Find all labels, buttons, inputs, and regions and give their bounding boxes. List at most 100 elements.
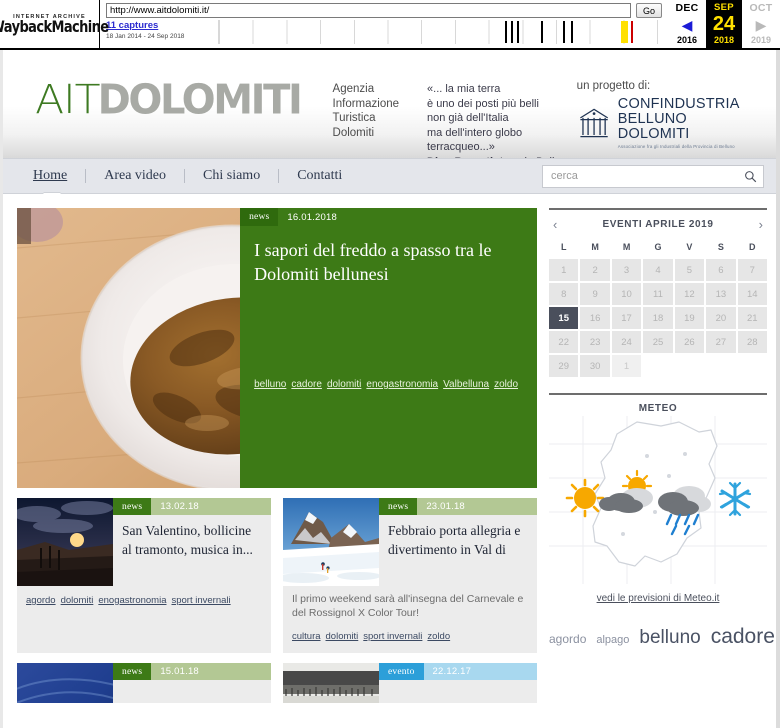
calendar-day[interactable]: 24 xyxy=(611,331,642,353)
weather-map[interactable] xyxy=(549,416,767,584)
calendar-day[interactable]: 5 xyxy=(674,259,705,281)
hero-tag[interactable]: enogastronomia xyxy=(366,379,438,390)
hero-tag[interactable]: belluno xyxy=(254,379,286,390)
logo-ait: AIT xyxy=(35,77,100,123)
card-thumbnail[interactable] xyxy=(17,663,113,703)
calendar-day[interactable]: 3 xyxy=(611,259,642,281)
weather-forecast-link[interactable]: vedi le previsioni di Meteo.it xyxy=(549,593,767,604)
calendar-day-today[interactable]: 15 xyxy=(549,307,579,329)
calendar-day[interactable]: 7 xyxy=(737,259,767,281)
nav-item-home[interactable]: Home xyxy=(15,168,85,184)
card-thumbnail[interactable] xyxy=(283,498,379,586)
card-tag[interactable]: cultura xyxy=(292,631,321,642)
wayback-captures-link[interactable]: 11 captures xyxy=(106,20,218,32)
card-tag[interactable]: dolomiti xyxy=(326,631,359,642)
calendar-day[interactable]: 29 xyxy=(549,355,579,377)
chevron-right-icon[interactable]: › xyxy=(759,218,763,231)
calendar-day[interactable]: 8 xyxy=(549,283,579,305)
nav-item-area-video[interactable]: Area video xyxy=(86,168,184,184)
calendar-day[interactable]: 30 xyxy=(580,355,610,377)
quote-line-1: «... la mia terra xyxy=(427,83,501,95)
hero-image[interactable] xyxy=(17,208,241,488)
wayback-toolbar: Internet Archive WaybackMachine http://w… xyxy=(0,0,780,50)
card-thumbnail[interactable] xyxy=(17,498,113,586)
calendar-day[interactable]: 14 xyxy=(737,283,767,305)
hero-tag[interactable]: zoldo xyxy=(494,379,518,390)
calendar-day[interactable]: 1 xyxy=(549,259,579,281)
calendar-day[interactable]: 28 xyxy=(737,331,767,353)
wayback-go-button[interactable]: Go xyxy=(636,3,662,18)
card-title[interactable]: Febbraio porta allegria e divertimento i… xyxy=(379,515,537,559)
tag-cloud-item[interactable]: agordo xyxy=(549,632,586,646)
calendar-day[interactable]: 21 xyxy=(737,307,767,329)
calendar-day[interactable]: 20 xyxy=(706,307,736,329)
calendar-day[interactable]: 11 xyxy=(643,283,673,305)
card-tags: cultura dolomiti sport invernali zoldo xyxy=(283,620,537,653)
hero-tag[interactable]: cadore xyxy=(291,379,322,390)
calendar-day[interactable]: 16 xyxy=(580,307,610,329)
card-title[interactable]: San Valentino, bollicine al tramonto, mu… xyxy=(113,515,271,559)
calendar-day[interactable]: 4 xyxy=(643,259,673,281)
calendar-day[interactable]: 17 xyxy=(611,307,642,329)
calendar-day[interactable]: 13 xyxy=(706,283,736,305)
wayback-date-nav: DEC ◀ 2016 SEP 24 2018 OCT ▶ 2019 xyxy=(668,0,780,48)
wayback-current-month: SEP xyxy=(714,2,734,13)
weather-title: METEO xyxy=(638,403,678,414)
event-card[interactable]: evento 22.12.17 xyxy=(283,663,537,703)
card-title[interactable] xyxy=(379,680,537,686)
wayback-current-capture[interactable]: SEP 24 2018 xyxy=(706,0,742,48)
calendar-day-next-month[interactable]: 1 xyxy=(611,355,642,377)
nav-item-contatti[interactable]: Contatti xyxy=(279,168,360,184)
calendar-day[interactable]: 12 xyxy=(674,283,705,305)
card-tag[interactable]: agordo xyxy=(26,595,56,606)
card-top: news 13.02.18 San Valentino, bollicine a… xyxy=(17,498,271,586)
confindustria-logo[interactable]: CONFINDUSTRIA BELLUNO DOLOMITI Associazi… xyxy=(577,97,748,149)
card-tag[interactable]: sport invernali xyxy=(363,631,422,642)
wayback-logo[interactable]: Internet Archive WaybackMachine xyxy=(0,0,109,48)
card-title[interactable] xyxy=(113,680,271,686)
calendar-day[interactable]: 25 xyxy=(643,331,673,353)
card-tag[interactable]: enogastronomia xyxy=(98,595,166,606)
calendar-day[interactable]: 6 xyxy=(706,259,736,281)
calendar-day[interactable]: 18 xyxy=(643,307,673,329)
arrow-right-icon: ▶ xyxy=(755,16,767,33)
card-tag[interactable]: zoldo xyxy=(427,631,450,642)
ski-slope-photo-icon xyxy=(283,498,379,586)
wayback-next-capture[interactable]: OCT ▶ 2019 xyxy=(742,0,780,48)
hero-tag[interactable]: dolomiti xyxy=(327,379,361,390)
main-navigation: Home Area video Chi siamo Contatti xyxy=(3,158,776,202)
news-card[interactable]: news 13.02.18 San Valentino, bollicine a… xyxy=(17,498,271,653)
news-card[interactable]: news 23.01.18 Febbraio porta allegria e … xyxy=(283,498,537,653)
search-box[interactable] xyxy=(542,164,764,188)
search-icon[interactable] xyxy=(744,170,757,183)
calendar-day[interactable]: 26 xyxy=(674,331,705,353)
tag-cloud-item[interactable]: belluno xyxy=(639,627,700,648)
nav-item-chi-siamo[interactable]: Chi siamo xyxy=(185,168,278,184)
hero-article[interactable]: news 16.01.2018 I sapori del freddo a sp… xyxy=(17,208,537,488)
wayback-url-input[interactable]: http://www.aitdolomiti.it/ xyxy=(106,3,631,18)
calendar-day[interactable]: 9 xyxy=(580,283,610,305)
tag-cloud-item[interactable]: alpago xyxy=(596,634,629,646)
tag-cloud-item[interactable]: cadore xyxy=(711,625,775,648)
confindustria-mark-icon xyxy=(579,108,608,138)
wayback-prev-capture[interactable]: DEC ◀ 2016 xyxy=(668,0,706,48)
wayback-sparkline[interactable] xyxy=(218,20,662,44)
card-thumbnail[interactable] xyxy=(283,663,379,703)
active-nav-pointer xyxy=(43,193,61,202)
calendar-day[interactable]: 22 xyxy=(549,331,579,353)
calendar-day[interactable]: 27 xyxy=(706,331,736,353)
chevron-left-icon[interactable]: ‹ xyxy=(553,218,557,231)
calendar-day[interactable]: 2 xyxy=(580,259,610,281)
calendar-day-empty xyxy=(738,355,767,377)
card-meta: evento 22.12.17 xyxy=(379,663,537,680)
search-input[interactable] xyxy=(551,170,744,182)
calendar-day[interactable]: 10 xyxy=(611,283,642,305)
card-tag[interactable]: dolomiti xyxy=(61,595,94,606)
calendar-day[interactable]: 23 xyxy=(580,331,610,353)
site-logo[interactable]: AIT DOLOMITI xyxy=(35,77,303,123)
hero-title[interactable]: I sapori del freddo a spasso tra le Dolo… xyxy=(240,226,537,286)
hero-tag[interactable]: Valbelluna xyxy=(443,379,489,390)
card-tag[interactable]: sport invernali xyxy=(171,595,230,606)
calendar-day[interactable]: 19 xyxy=(674,307,705,329)
news-card[interactable]: news 15.01.18 xyxy=(17,663,271,703)
